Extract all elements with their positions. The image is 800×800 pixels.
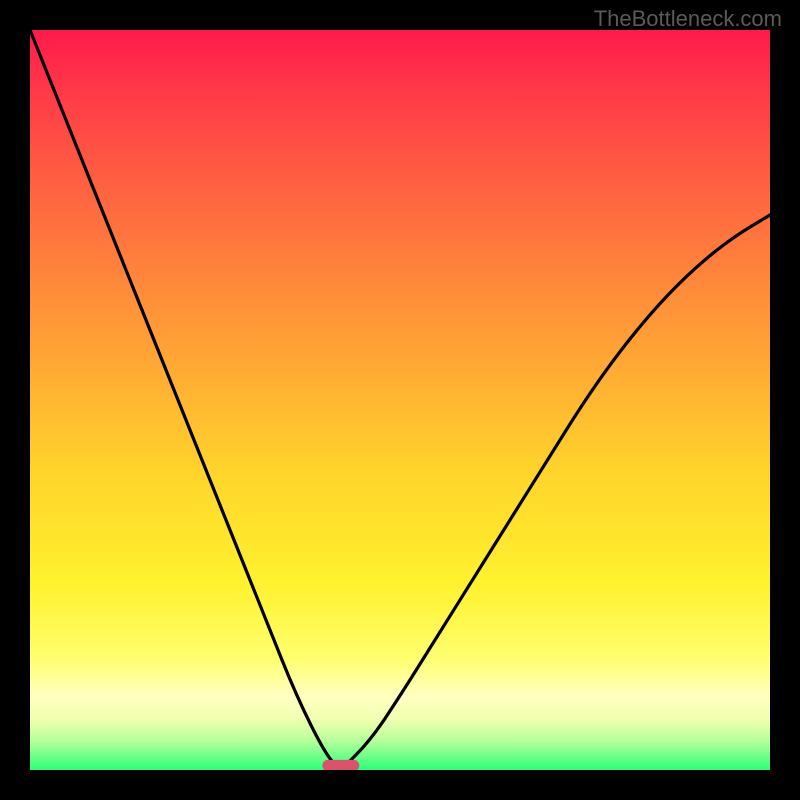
watermark-text: TheBottleneck.com bbox=[594, 6, 782, 32]
chart-background bbox=[30, 30, 770, 770]
bottleneck-curve-chart bbox=[30, 30, 770, 770]
chart-plot-area bbox=[30, 30, 770, 770]
minimum-marker bbox=[322, 760, 359, 770]
